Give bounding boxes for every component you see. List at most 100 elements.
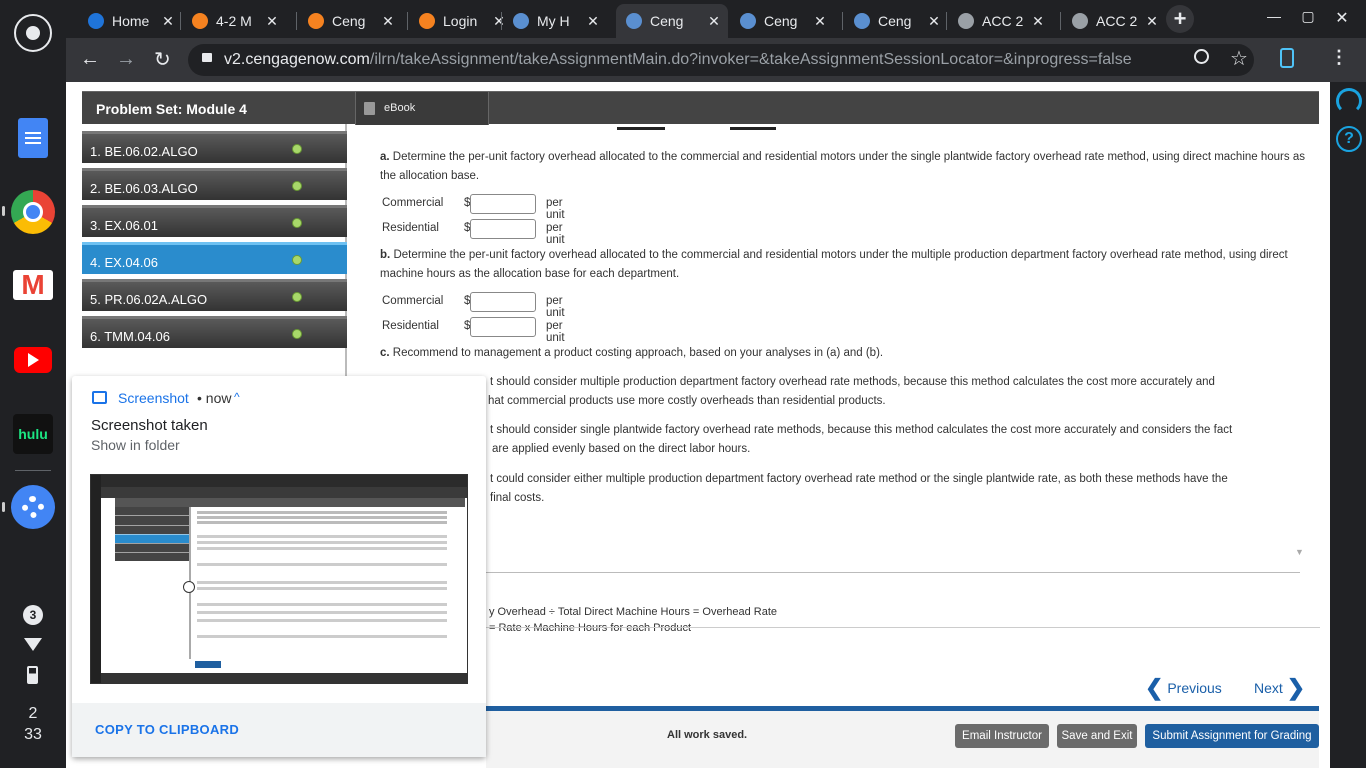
window-close-button[interactable]: ✕ — [1332, 8, 1352, 28]
tab-close-icon[interactable]: ✕ — [1142, 13, 1162, 30]
question-label: 5. PR.06.02A.ALGO — [90, 292, 208, 307]
chevron-left-icon: ❮ — [1145, 675, 1164, 700]
question-content: a. Determine the per-unit factory overhe… — [362, 124, 1318, 712]
book-icon — [364, 102, 375, 115]
question-item-3[interactable]: 3. EX.06.01 — [82, 205, 347, 237]
extension-icon[interactable] — [1280, 48, 1294, 68]
tab-close-icon[interactable]: ✕ — [810, 13, 830, 30]
tab-title: 4-2 M — [216, 13, 252, 29]
save-and-exit-button[interactable]: Save and Exit — [1057, 724, 1137, 748]
answer-option-2[interactable]: t should consider single plantwide facto… — [362, 421, 1308, 459]
menu-dots-icon[interactable]: ⋮ — [1330, 47, 1348, 68]
part-a-residential-input[interactable] — [470, 219, 536, 239]
hulu-icon[interactable]: hulu — [11, 412, 55, 456]
chrome-icon[interactable] — [11, 190, 55, 234]
question-item-5[interactable]: 5. PR.06.02A.ALGO — [82, 279, 347, 311]
tab-close-icon[interactable]: ✕ — [583, 13, 603, 30]
os-shelf: M hulu 3 2 33 — [0, 0, 66, 768]
tab-close-icon[interactable]: ✕ — [924, 13, 944, 30]
cengage-bird-icon — [88, 13, 104, 29]
part-c-question: c. Recommend to management a product cos… — [380, 347, 884, 359]
tab-title: Home — [112, 13, 150, 29]
tab-title: Ceng — [332, 13, 366, 29]
tab-close-icon[interactable]: ✕ — [262, 13, 282, 30]
completed-check-icon — [292, 218, 302, 228]
completed-check-icon — [292, 292, 302, 302]
question-item-4[interactable]: 4. EX.04.06 — [82, 242, 347, 274]
copy-to-clipboard-button[interactable]: COPY TO CLIPBOARD — [95, 722, 239, 737]
notification-app-name: Screenshot — [118, 390, 189, 406]
bookmark-star-icon[interactable]: ☆ — [1230, 46, 1248, 71]
email-instructor-button[interactable]: Email Instructor — [955, 724, 1049, 748]
screenshot-notification[interactable]: Screenshot • now ^ Screenshot taken Show… — [72, 376, 486, 757]
url-path: /ilrn/takeAssignment/takeAssignmentMain.… — [369, 51, 1132, 68]
show-in-folder-link[interactable]: Show in folder — [91, 437, 180, 453]
part-a-commercial-input[interactable] — [470, 194, 536, 214]
part-b-commercial-input[interactable] — [470, 292, 536, 312]
part-b-residential-input[interactable] — [470, 317, 536, 337]
clock-hour[interactable]: 2 — [0, 705, 66, 723]
part-b-question: b. Determine the per-unit factory overhe… — [380, 249, 1288, 280]
next-button[interactable]: Next ❯ — [1254, 673, 1305, 700]
battery-icon — [27, 666, 38, 684]
tab-close-icon[interactable]: ✕ — [158, 13, 178, 30]
tab-close-icon[interactable]: ✕ — [1028, 13, 1048, 30]
headset-support-icon[interactable] — [1336, 88, 1362, 114]
screenshot-app-icon — [92, 391, 107, 404]
question-item-6[interactable]: 6. TMM.04.06 — [82, 316, 347, 348]
gmail-icon[interactable]: M — [11, 263, 55, 307]
question-label: 1. BE.06.02.ALGO — [90, 144, 198, 159]
browser-tab-10[interactable]: ACC 2 ✕ — [1062, 4, 1166, 38]
reload-icon[interactable]: ↻ — [154, 47, 171, 72]
new-tab-button[interactable]: + — [1166, 5, 1194, 33]
answer-option-3[interactable]: t could consider either multiple product… — [362, 470, 1308, 508]
browser-tab-3[interactable]: Ceng ✕ — [298, 4, 402, 38]
back-arrow-icon[interactable]: ← — [80, 48, 100, 71]
submit-assignment-button[interactable]: Submit Assignment for Grading — [1145, 724, 1319, 748]
url-bar[interactable]: v2.cengagenow.com/ilrn/takeAssignment/ta… — [188, 44, 1254, 76]
completed-check-icon — [292, 255, 302, 265]
chevron-up-icon[interactable]: ^ — [234, 390, 240, 404]
question-item-2[interactable]: 2. BE.06.03.ALGO — [82, 168, 347, 200]
google-docs-icon[interactable] — [11, 116, 55, 160]
help-question-icon[interactable]: ? — [1336, 126, 1362, 152]
browser-tab-6[interactable]: Ceng ✕ — [616, 4, 728, 38]
question-label: 2. BE.06.03.ALGO — [90, 181, 198, 196]
forward-arrow-icon[interactable]: → — [116, 48, 136, 71]
browser-tab-8[interactable]: Ceng ✕ — [844, 4, 948, 38]
tab-close-icon[interactable]: ✕ — [704, 13, 724, 30]
youtube-icon[interactable] — [11, 338, 55, 382]
cengage-sparkle-icon — [854, 13, 870, 29]
ebook-tab[interactable]: eBook — [355, 92, 489, 125]
notification-count-badge[interactable]: 3 — [23, 605, 43, 625]
browser-tab-7[interactable]: Ceng ✕ — [730, 4, 834, 38]
previous-button[interactable]: ❮ Previous — [1145, 673, 1222, 700]
answer-option-1[interactable]: t should consider multiple production de… — [362, 373, 1308, 411]
hint-chevron-icon[interactable]: ▼ — [1295, 547, 1304, 557]
question-label: 4. EX.04.06 — [90, 255, 158, 270]
launcher-icon[interactable] — [14, 14, 52, 52]
settings-gear-icon[interactable] — [11, 485, 55, 529]
tab-title: My H — [537, 13, 570, 29]
tab-title: Login — [443, 13, 478, 29]
cengage-sparkle-icon — [513, 13, 529, 29]
clock-minute[interactable]: 33 — [0, 726, 66, 744]
window-maximize-button[interactable]: ▢ — [1298, 8, 1318, 25]
cengage-sparkle-icon — [740, 13, 756, 29]
screenshot-thumbnail[interactable] — [90, 474, 468, 684]
notification-time: • now — [197, 390, 232, 406]
browser-tab-2[interactable]: 4-2 M ✕ — [182, 4, 286, 38]
window-minimize-button[interactable]: — — [1264, 8, 1284, 24]
wifi-icon — [24, 638, 42, 651]
notification-actions: COPY TO CLIPBOARD — [72, 703, 486, 757]
browser-tab-1[interactable]: Home ✕ — [78, 4, 182, 38]
browser-tab-4[interactable]: Login ✕ — [409, 4, 513, 38]
browser-tab-5[interactable]: My H ✕ — [503, 4, 607, 38]
ebook-label: eBook — [384, 102, 416, 114]
tab-close-icon[interactable]: ✕ — [378, 13, 398, 30]
brightspace-b-icon — [192, 13, 208, 29]
zoom-magnifier-icon[interactable] — [1194, 49, 1209, 64]
browser-tab-9[interactable]: ACC 2 ✕ — [948, 4, 1052, 38]
brightspace-b-icon — [419, 13, 435, 29]
question-item-1[interactable]: 1. BE.06.02.ALGO — [82, 131, 347, 163]
